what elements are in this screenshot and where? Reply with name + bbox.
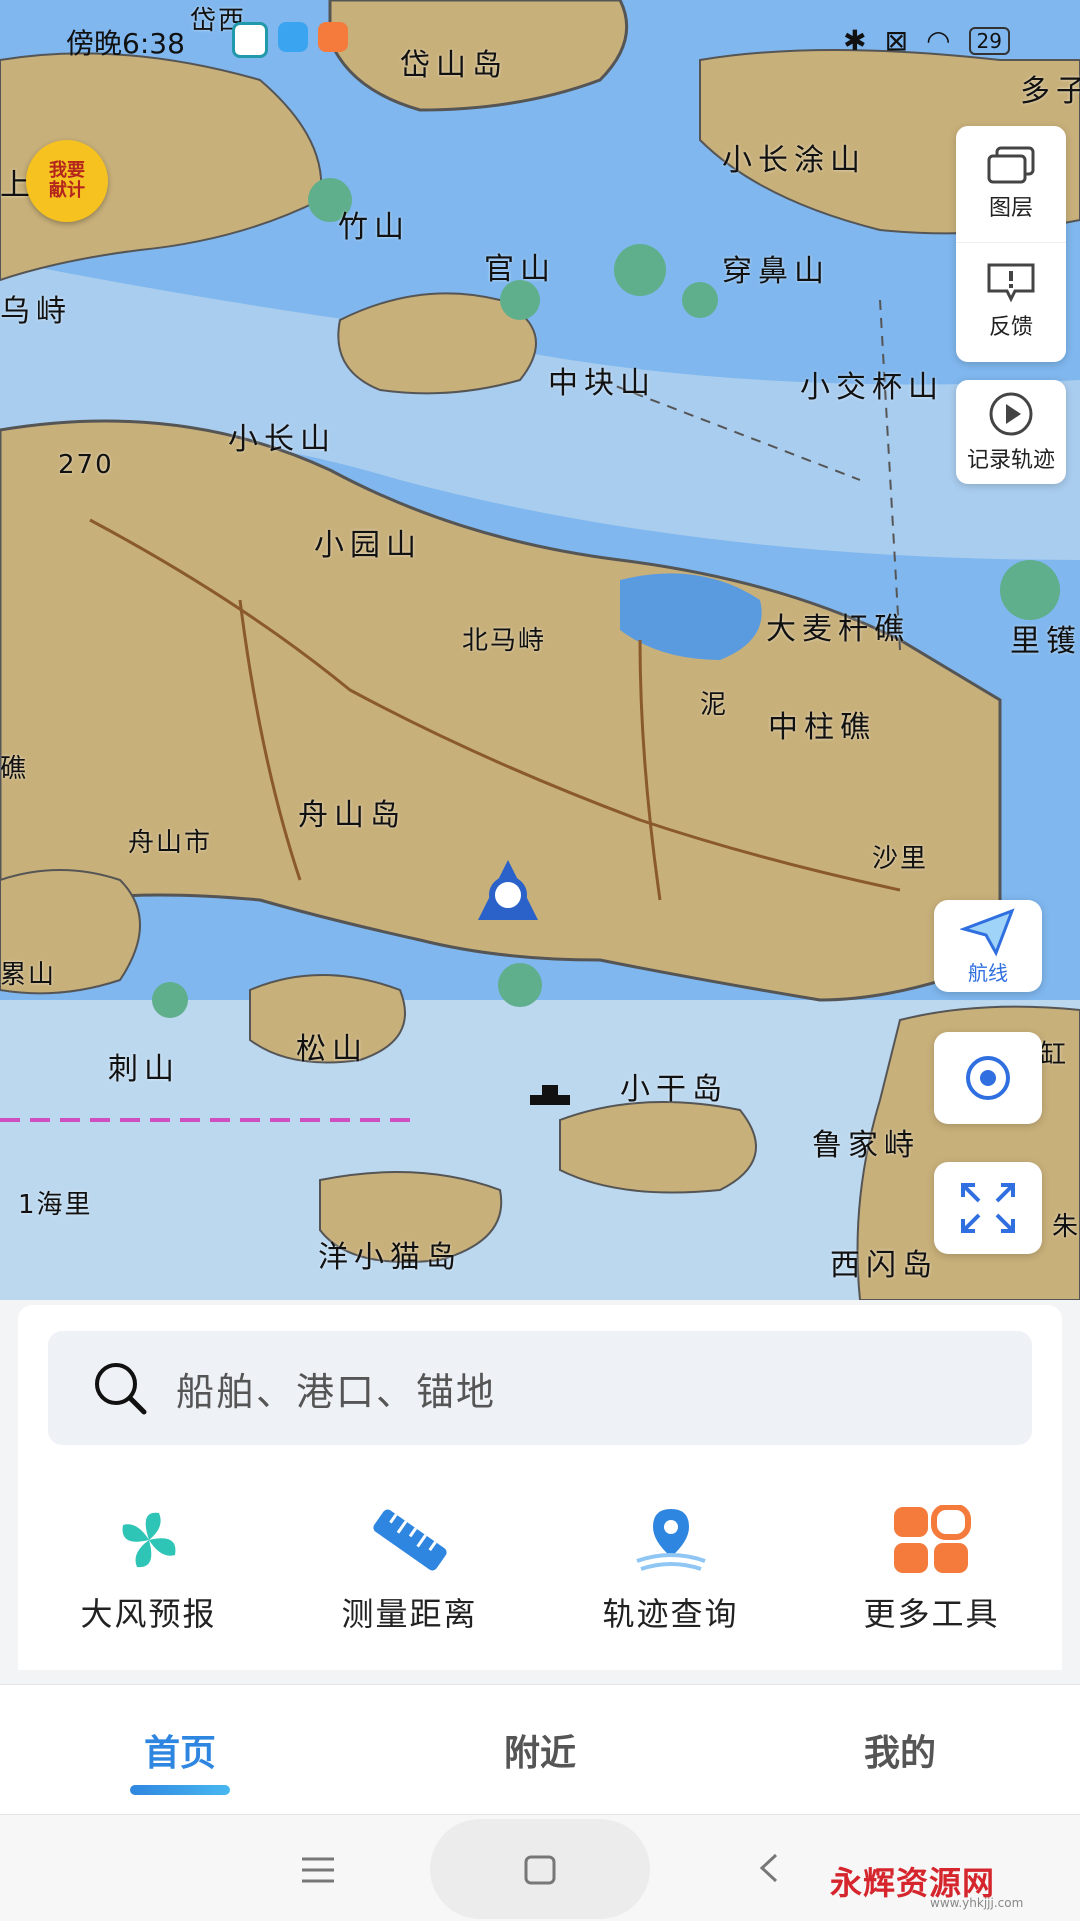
record-track-button[interactable]: 记录轨迹 [956, 380, 1066, 484]
search-icon [95, 1363, 147, 1415]
watermark-url: www.yhkjjj.com [930, 1896, 1024, 1910]
play-icon [989, 392, 1033, 436]
place-label: 小长涂山 [722, 143, 866, 178]
place-label: 松山 [296, 1032, 368, 1067]
tab-label: 首页 [143, 1733, 216, 1774]
place-label: 竹山 [338, 210, 410, 245]
status-time: 傍晚6:38 [66, 27, 185, 60]
tab-home[interactable]: 首页 [0, 1685, 360, 1815]
place-label: 大麦杆礁 [766, 612, 910, 647]
tab-label: 附近 [503, 1733, 576, 1774]
bluetooth-icon: ✱ [843, 24, 867, 57]
expand-icon [961, 1183, 1015, 1233]
place-label: 小干岛 [620, 1072, 728, 1107]
cloud-icon [278, 22, 308, 52]
place-label: 中块山 [548, 366, 656, 401]
layers-label: 图层 [988, 196, 1033, 221]
map-tools-card: 图层 反馈 [956, 126, 1066, 362]
route-button[interactable]: 航线 [934, 900, 1042, 992]
quick-action-label: 测量距离 [341, 1595, 478, 1633]
home-icon[interactable] [520, 1853, 560, 1887]
quick-action-label: 更多工具 [863, 1595, 1000, 1633]
grid-icon [893, 1505, 971, 1573]
place-label: 中柱礁 [768, 710, 876, 745]
scale-label: 1海里 [18, 1190, 93, 1220]
place-label: 小交杯山 [800, 370, 944, 405]
tab-nearby[interactable]: 附近 [360, 1685, 720, 1815]
depth-label: 270 [58, 450, 114, 480]
place-label: 舟山市 [128, 828, 213, 858]
bottom-panel: 船舶、港口、锚地 大风预报 测量距离 轨迹查询 更多工具 [18, 1305, 1062, 1670]
place-label: 缸 [1040, 1040, 1069, 1070]
ruler-icon [372, 1509, 447, 1571]
quick-action-label: 轨迹查询 [602, 1595, 739, 1633]
route-label: 航线 [968, 960, 1008, 985]
layers-button[interactable]: 图层 [956, 126, 1066, 243]
battery-icon: 29 [968, 26, 1010, 55]
feedback-label: 反馈 [988, 315, 1033, 340]
place-label: 小长山 [228, 422, 336, 457]
quick-action-label: 大风预报 [80, 1595, 217, 1633]
place-label: 舟山岛 [298, 798, 406, 833]
status-right: ✱ ⊠ ◠ 29 [843, 24, 1010, 57]
place-label: 鲁家峙 [812, 1128, 920, 1163]
record-track-label: 记录轨迹 [966, 448, 1055, 473]
place-label: 泥 [700, 690, 729, 720]
status-bar: 傍晚6:38 ✱ ⊠ ◠ 29 [0, 0, 1080, 80]
place-label: 沙里 [872, 844, 929, 874]
search-placeholder: 船舶、港口、锚地 [176, 1369, 497, 1414]
menu-icon[interactable] [298, 1853, 338, 1887]
place-label: 小园山 [314, 528, 422, 563]
place-label: 洋小猫岛 [318, 1240, 462, 1275]
active-tab-indicator [130, 1785, 230, 1795]
place-label: 穿鼻山 [722, 254, 830, 289]
wifi-icon: ◠ [926, 24, 951, 57]
send-arrow-icon [960, 907, 1015, 957]
place-label: 里镬 [1010, 624, 1080, 659]
location-track-icon [635, 1509, 706, 1571]
back-icon[interactable] [754, 1851, 784, 1885]
app-notification-icon [232, 22, 268, 58]
wind-forecast-button[interactable]: 大风预报 [29, 1505, 269, 1635]
feedback-button[interactable]: 反馈 [956, 243, 1066, 359]
layers-icon [987, 146, 1035, 184]
mascot-line1: 我要 [49, 160, 85, 181]
shop-icon [318, 22, 348, 52]
sim-icon: ⊠ [884, 24, 909, 57]
tab-label: 我的 [863, 1733, 936, 1774]
place-label: 刺山 [108, 1052, 180, 1087]
locate-button[interactable] [934, 1032, 1042, 1124]
tab-mine[interactable]: 我的 [720, 1685, 1080, 1815]
fullscreen-button[interactable] [934, 1162, 1042, 1254]
place-label: 乌峙 [0, 294, 72, 329]
place-label: 礁 [0, 754, 29, 784]
place-label: 西闪岛 [830, 1248, 938, 1283]
notification-icons [232, 22, 348, 58]
bottom-tab-bar: 首页 附近 我的 [0, 1684, 1080, 1815]
place-label: 朱 [1052, 1212, 1080, 1242]
more-tools-button[interactable]: 更多工具 [812, 1505, 1052, 1635]
mascot-line2: 献计 [49, 180, 85, 201]
record-track-card: 记录轨迹 [956, 380, 1066, 484]
nautical-chart-map[interactable]: 岱山岛 小长涂山 竹山 官山 穿鼻山 乌峙 中块山 小交杯山 小长山 小园山 北… [0, 0, 1080, 1300]
feedback-icon [987, 263, 1035, 303]
track-query-button[interactable]: 轨迹查询 [551, 1505, 791, 1635]
place-label: 官山 [484, 252, 556, 287]
pinwheel-icon [122, 1512, 175, 1568]
search-input[interactable]: 船舶、港口、锚地 [48, 1331, 1032, 1445]
measure-distance-button[interactable]: 测量距离 [290, 1505, 530, 1635]
place-label: 北马峙 [462, 626, 547, 656]
suggest-mascot-button[interactable]: 我要 献计 [26, 140, 108, 222]
place-label: 累山 [0, 960, 57, 990]
quick-actions: 大风预报 测量距离 轨迹查询 更多工具 [18, 1505, 1062, 1635]
locate-icon [966, 1056, 1010, 1100]
